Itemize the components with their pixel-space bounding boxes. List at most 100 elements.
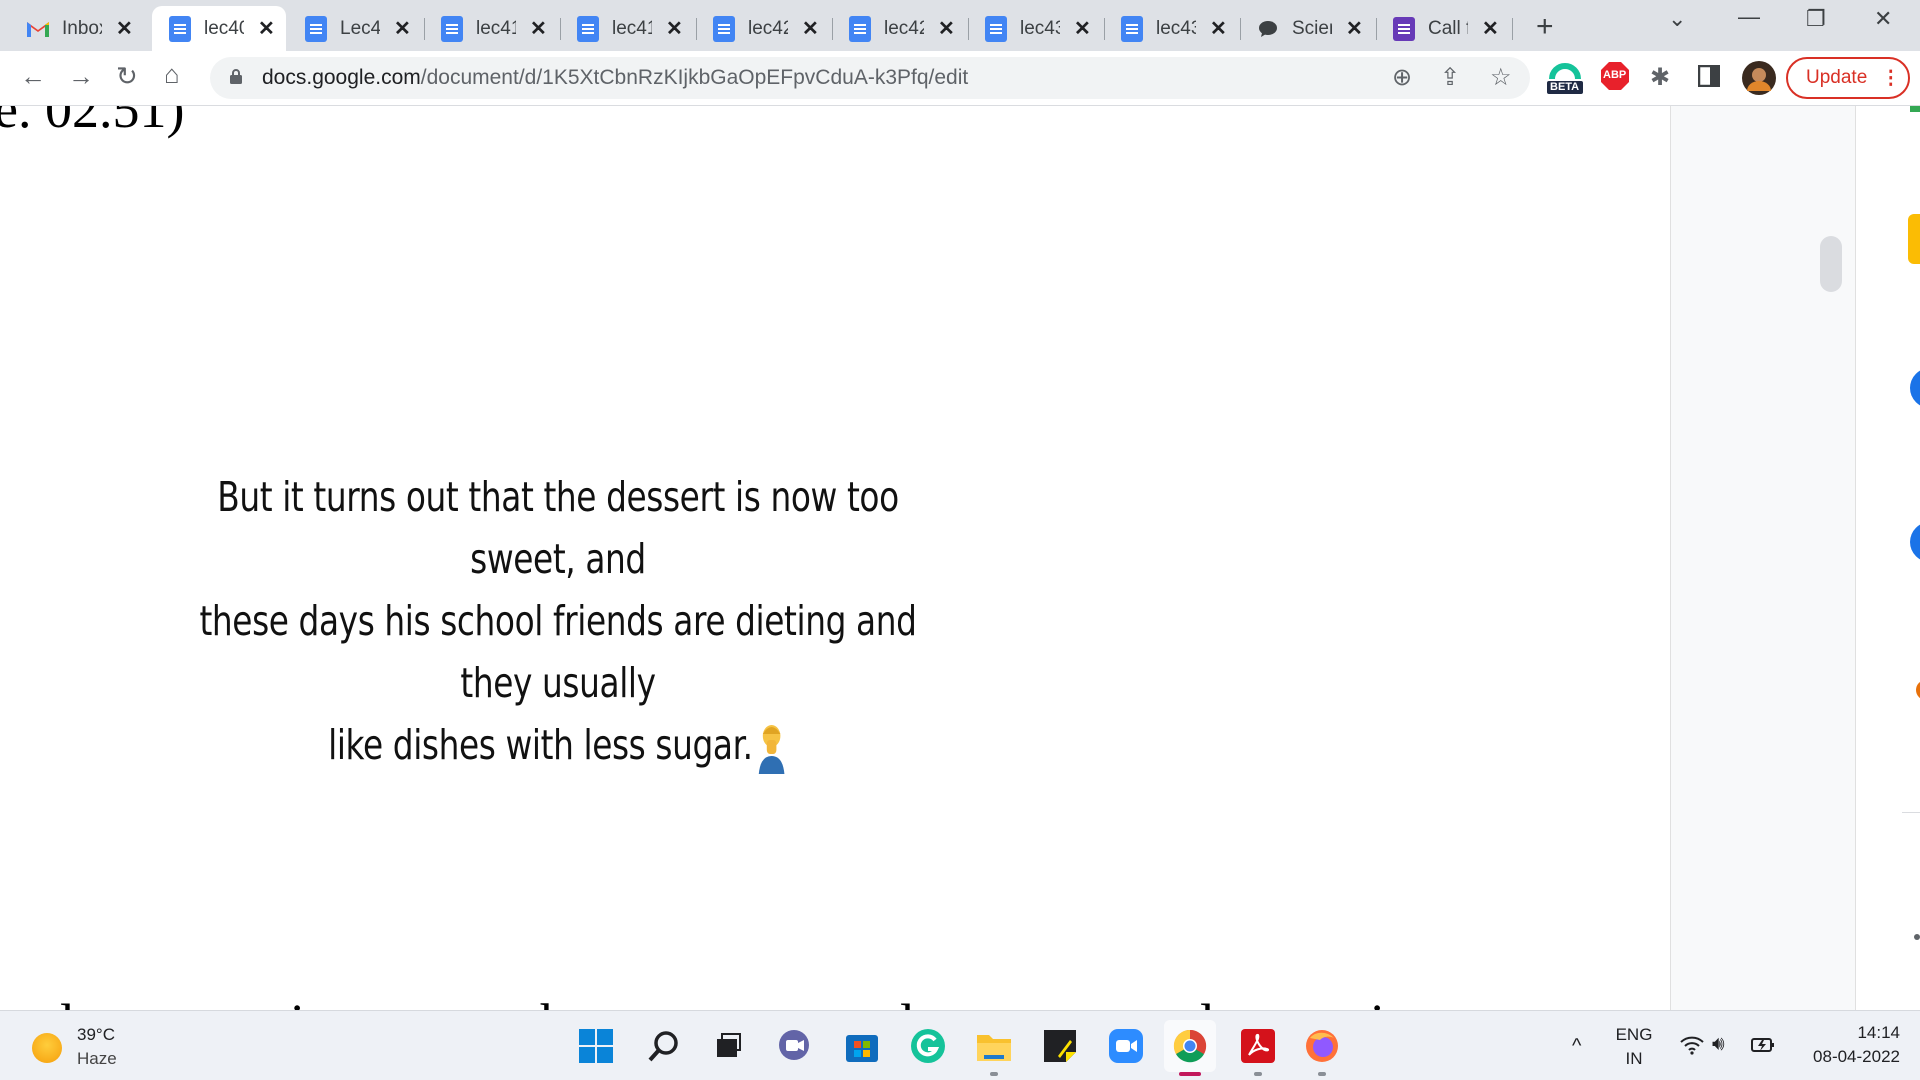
file-explorer-icon[interactable] [976, 1028, 1012, 1064]
chevron-up-icon[interactable]: ^ [1572, 1035, 1581, 1058]
close-icon[interactable]: ✕ [1482, 16, 1499, 41]
running-indicator [1254, 1072, 1262, 1076]
tab-title: lec41 [612, 17, 652, 39]
weather-description[interactable]: Haze [77, 1049, 117, 1069]
running-indicator [990, 1072, 998, 1076]
tab-separator [1512, 18, 1513, 40]
close-icon[interactable]: ✕ [802, 16, 819, 41]
active-indicator [1179, 1072, 1201, 1076]
side-divider [1902, 812, 1920, 813]
tab-lec40b[interactable]: Lec40 ✕ [288, 6, 425, 51]
docs-icon [712, 15, 736, 42]
close-icon[interactable]: ✕ [1346, 16, 1363, 41]
new-tab-button[interactable]: + [1536, 10, 1554, 44]
tab-lec43b[interactable]: lec43 ✕ [1104, 6, 1241, 51]
bookmark-star-icon[interactable]: ☆ [1490, 63, 1512, 92]
start-windows-icon[interactable] [578, 1028, 614, 1064]
docs-icon [984, 15, 1008, 42]
task-view-icon[interactable] [710, 1028, 746, 1064]
grammarly-beta-extension[interactable]: BETA [1546, 57, 1584, 100]
home-icon[interactable]: ⌂ [164, 59, 180, 90]
zoom-icon[interactable]: ⊕ [1392, 63, 1412, 92]
adblock-plus-icon[interactable]: ABP [1600, 61, 1630, 96]
close-icon[interactable]: ✕ [1074, 16, 1091, 41]
docs-icon [1120, 15, 1144, 42]
chrome-icon[interactable] [1164, 1020, 1216, 1072]
url-domain: docs.google.com [262, 66, 421, 89]
tab-title: lec41 [476, 17, 516, 39]
keep-icon[interactable] [1908, 214, 1920, 264]
profile-avatar[interactable] [1742, 61, 1776, 100]
tab-lec41a[interactable]: lec41 ✕ [424, 6, 561, 51]
tab-search-chevron-icon[interactable]: ⌄ [1668, 6, 1686, 32]
grammarly-app-icon[interactable] [910, 1028, 946, 1064]
share-icon[interactable]: ⇪ [1440, 63, 1460, 92]
partial-text-bottom: tloihlli [0, 990, 1400, 1010]
forms-icon [1392, 16, 1416, 42]
close-icon[interactable]: ✕ [666, 16, 683, 41]
firefox-icon[interactable] [1304, 1028, 1340, 1064]
tab-lec42b[interactable]: lec42 ✕ [832, 6, 969, 51]
scrollbar-thumb[interactable] [1820, 236, 1842, 292]
sticky-notes-icon[interactable] [1042, 1028, 1078, 1064]
weather-temperature[interactable]: 39°C [77, 1025, 115, 1045]
docs-icon [440, 15, 464, 42]
language-top[interactable]: ENG [1612, 1025, 1656, 1045]
beta-label: BETA [1550, 81, 1580, 93]
side-panel-icon[interactable] [1697, 64, 1721, 92]
url-text[interactable]: docs.google.com/document/d/1K5XtCbnRzKIj… [262, 66, 968, 90]
quote-line: like dishes with less sugar. [198, 714, 918, 776]
tab-lec42a[interactable]: lec42 ✕ [696, 6, 833, 51]
restore-icon[interactable]: ❐ [1806, 6, 1826, 32]
close-icon[interactable]: ✕ [394, 16, 411, 41]
tab-lec40-active[interactable]: lec40 ✕ [152, 6, 286, 51]
tab-call[interactable]: Call f ✕ [1376, 6, 1513, 51]
clock-time[interactable]: 14:14 [1800, 1023, 1900, 1043]
close-icon[interactable]: ✕ [1210, 16, 1227, 41]
quote-image-text: But it turns out that the dessert is now… [198, 466, 918, 776]
tab-title: lec43 [1156, 17, 1196, 39]
tasks-icon[interactable] [1910, 368, 1920, 408]
language-bottom[interactable]: IN [1612, 1049, 1656, 1069]
close-icon[interactable]: ✕ [258, 16, 275, 41]
reload-icon[interactable]: ↻ [116, 61, 138, 92]
battery-charging-icon[interactable] [1750, 1035, 1776, 1061]
microsoft-store-icon[interactable] [844, 1028, 880, 1064]
close-icon[interactable]: ✕ [116, 16, 133, 41]
tab-gmail[interactable]: Inbox ✕ [0, 6, 153, 51]
clock-date[interactable]: 08-04-2022 [1790, 1047, 1900, 1067]
forward-icon[interactable]: → [68, 61, 94, 92]
weather-haze-icon[interactable] [32, 1033, 62, 1063]
quote-line-text: like dishes with less sugar. [328, 721, 753, 769]
window-close-icon[interactable]: ✕ [1874, 6, 1892, 32]
back-icon[interactable]: ← [20, 61, 46, 92]
address-bar[interactable]: docs.google.com/document/d/1K5XtCbnRzKIj… [210, 57, 1530, 99]
tab-title: lec40 [204, 17, 244, 39]
tab-strip: Inbox ✕ lec40 ✕ Lec40 ✕ lec41 ✕ lec41 ✕ … [0, 0, 1920, 51]
teams-chat-icon[interactable] [776, 1028, 812, 1064]
extensions-puzzle-icon[interactable]: ✱ [1650, 63, 1670, 92]
side-panel-mark [1910, 106, 1920, 112]
acrobat-icon[interactable] [1240, 1028, 1276, 1064]
contacts-icon[interactable] [1910, 522, 1920, 562]
volume-icon[interactable]: 🔊︎ [1712, 1033, 1725, 1056]
tab-lec43a[interactable]: lec43 ✕ [968, 6, 1105, 51]
lock-icon[interactable] [230, 69, 242, 84]
search-icon[interactable] [646, 1028, 682, 1064]
abp-label: ABP [1603, 69, 1627, 81]
zoom-app-icon[interactable] [1108, 1028, 1144, 1064]
addon-icon[interactable] [1916, 680, 1920, 700]
minimize-icon[interactable]: — [1738, 4, 1760, 30]
tab-science[interactable]: Scien ✕ [1240, 6, 1377, 51]
tab-title: lec42 [884, 17, 924, 39]
side-panel [1855, 106, 1920, 1010]
tab-title: Inbox [62, 17, 102, 39]
tab-lec41b[interactable]: lec41 ✕ [560, 6, 697, 51]
close-icon[interactable]: ✕ [938, 16, 955, 41]
document-page[interactable]: e. 02.51) But it turns out that the dess… [0, 106, 1670, 1010]
wifi-icon[interactable] [1680, 1035, 1704, 1061]
close-icon[interactable]: ✕ [530, 16, 547, 41]
hide-panel-icon[interactable] [1914, 934, 1920, 940]
more-vert-icon[interactable]: ⋮ [1881, 67, 1900, 90]
update-button[interactable]: Update ⋮ [1786, 57, 1910, 99]
